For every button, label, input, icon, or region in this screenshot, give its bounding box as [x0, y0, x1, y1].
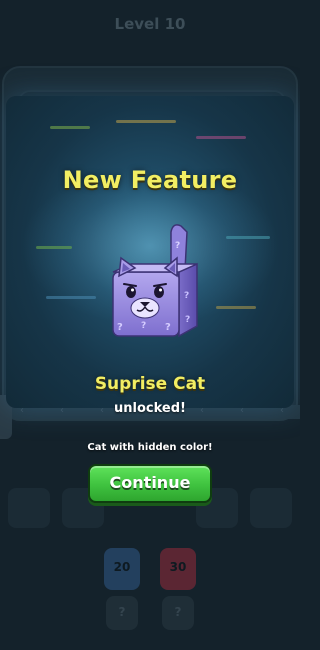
pipe-decoration [116, 120, 176, 123]
pipe-decoration [50, 126, 90, 129]
pipe-decoration [46, 296, 96, 299]
feature-description: Cat with hidden color! [87, 442, 213, 453]
holding-slot [250, 488, 292, 528]
locked-card: ? [106, 596, 138, 630]
pipe-decoration [226, 236, 270, 239]
surprise-cat-icon: ? ? ? ? ? ? [112, 224, 198, 338]
feature-name: Suprise Cat [94, 374, 206, 394]
price-card-30: 30 [160, 548, 196, 590]
locked-mark: ? [174, 605, 182, 619]
unlocked-label: unlocked! [114, 401, 186, 416]
locked-mark: ? [118, 605, 126, 619]
locked-card: ? [162, 596, 194, 630]
svg-text:?: ? [141, 321, 146, 331]
price-value: 30 [169, 560, 187, 574]
popup-title: New Feature [62, 166, 238, 194]
svg-text:?: ? [175, 241, 180, 251]
game-screen: Level 10 ‹ ‹ ‹ ‹ ‹ ‹ 20 30 ? ? New Featu… [0, 0, 300, 650]
price-card-20: 20 [104, 548, 140, 590]
pipe-decoration [216, 306, 256, 309]
svg-text:?: ? [117, 322, 123, 333]
svg-text:?: ? [185, 315, 190, 325]
price-value: 20 [113, 560, 131, 574]
svg-text:?: ? [165, 322, 171, 333]
continue-button[interactable]: Continue [88, 464, 212, 503]
pipe-decoration [196, 136, 246, 139]
level-label: Level 10 [114, 15, 186, 33]
pipe-decoration [36, 246, 72, 249]
holding-slot [8, 488, 50, 528]
svg-text:?: ? [184, 291, 189, 301]
